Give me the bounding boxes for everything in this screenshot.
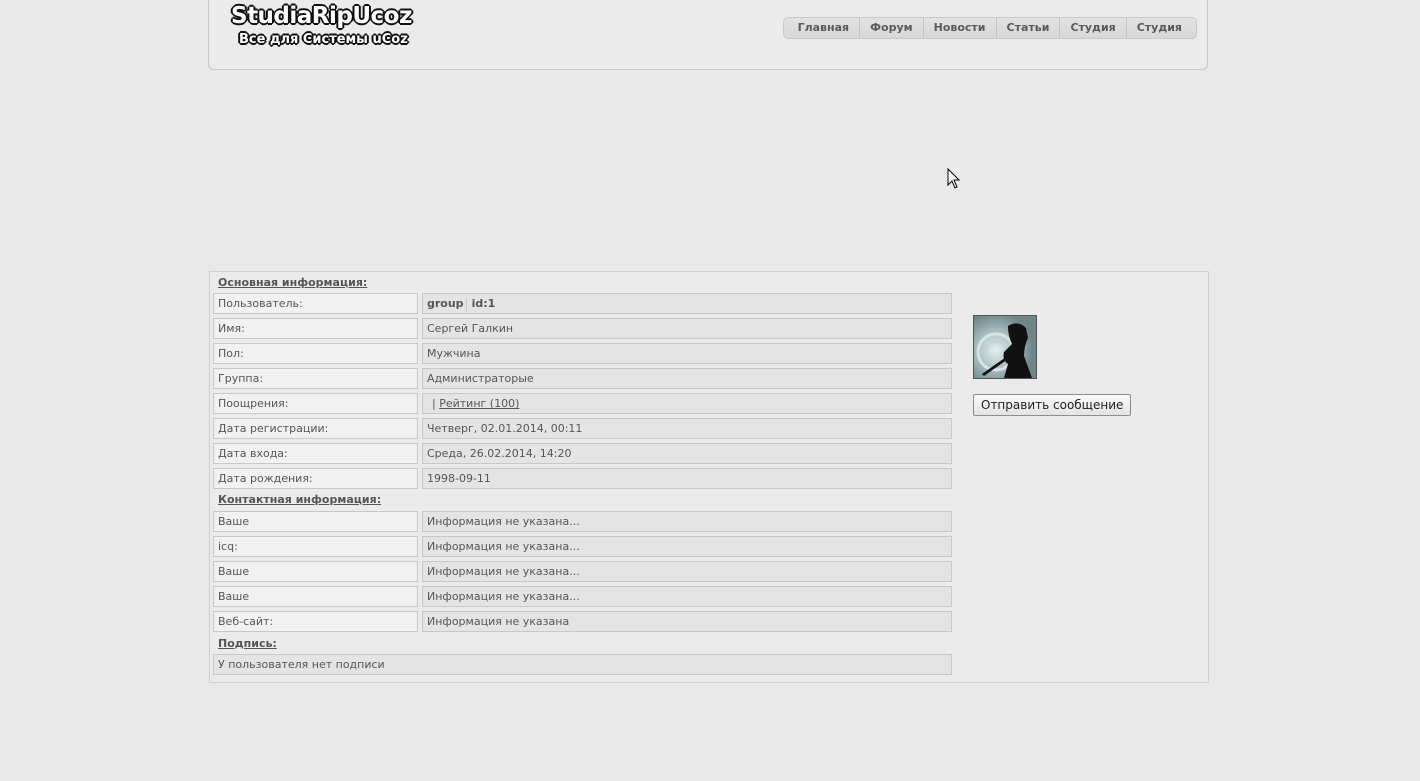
send-message-button[interactable]: Отправить сообщение bbox=[973, 394, 1132, 416]
main-info-title: Основная информация: bbox=[218, 276, 368, 289]
site-header: StudiaRipUcoz Все для Системы uCoz Главн… bbox=[208, 0, 1208, 70]
profile-row-group: Группа: Администраторые bbox=[213, 368, 952, 389]
row-label: Ваше bbox=[213, 586, 418, 607]
nav-item-studio[interactable]: Студия bbox=[1060, 18, 1127, 38]
row-label: icq: bbox=[213, 536, 418, 557]
profile-row-name: Имя: Сергей Галкин bbox=[213, 318, 952, 339]
row-value: Информация не указана bbox=[422, 611, 952, 632]
row-label: Дата входа: bbox=[213, 443, 418, 464]
nav-item-news[interactable]: Новости bbox=[924, 18, 997, 38]
row-label: Дата рождения: bbox=[213, 468, 418, 489]
mouse-cursor-icon bbox=[947, 168, 961, 189]
contact-info-title: Контактная информация: bbox=[218, 493, 382, 506]
signature-title: Подпись: bbox=[218, 637, 277, 650]
row-label: Веб-сайт: bbox=[213, 611, 418, 632]
main-nav: Главная Форум Новости Статьи Студия Студ… bbox=[782, 17, 1197, 39]
profile-row-registration-date: Дата регистрации: Четверг, 02.01.2014, 0… bbox=[213, 418, 952, 439]
profile-row-gender: Пол: Мужчина bbox=[213, 343, 952, 364]
contact-row: Ваше Информация не указана... bbox=[213, 511, 952, 532]
row-value: Информация не указана... bbox=[422, 536, 952, 557]
signature-value: У пользователя нет подписи bbox=[213, 654, 952, 675]
row-label: Ваше bbox=[213, 511, 418, 532]
profile-row-birth-date: Дата рождения: 1998-09-11 bbox=[213, 468, 952, 489]
nav-item-articles[interactable]: Статьи bbox=[997, 18, 1061, 38]
rewards-separator: | bbox=[432, 397, 436, 410]
row-value: Информация не указана... bbox=[422, 561, 952, 582]
profile-row-login-date: Дата входа: Среда, 26.02.2014, 14:20 bbox=[213, 443, 952, 464]
contact-row: Ваше Информация не указана... bbox=[213, 561, 952, 582]
site-logo[interactable]: StudiaRipUcoz Все для Системы uCoz bbox=[231, 3, 427, 49]
user-avatar bbox=[973, 315, 1037, 379]
row-value: Информация не указана... bbox=[422, 586, 952, 607]
nav-item-studio-2[interactable]: Студия bbox=[1127, 18, 1192, 38]
nav-item-home[interactable]: Главная bbox=[788, 18, 861, 38]
logo-title: StudiaRipUcoz bbox=[231, 3, 412, 29]
row-label: Ваше bbox=[213, 561, 418, 582]
row-value: 1998-09-11 bbox=[422, 468, 952, 489]
row-label: Поощрения: bbox=[213, 393, 418, 414]
row-value: | Рейтинг (100) bbox=[422, 393, 952, 414]
row-label: Пользователь: bbox=[213, 293, 418, 314]
row-value: group id:1 bbox=[422, 293, 952, 314]
signature-row: У пользователя нет подписи bbox=[213, 654, 952, 675]
row-label: Пол: bbox=[213, 343, 418, 364]
contact-row: Ваше Информация не указана... bbox=[213, 586, 952, 607]
contact-row-website: Веб-сайт: Информация не указана bbox=[213, 611, 952, 632]
row-label: Дата регистрации: bbox=[213, 418, 418, 439]
row-label: Имя: bbox=[213, 318, 418, 339]
row-value: Сергей Галкин bbox=[422, 318, 952, 339]
logo-subtitle: Все для Системы uCoz bbox=[239, 32, 408, 47]
row-value: Информация не указана... bbox=[422, 511, 952, 532]
row-value: Четверг, 02.01.2014, 00:11 bbox=[422, 418, 952, 439]
row-value: Администраторые bbox=[422, 368, 952, 389]
row-value: Среда, 26.02.2014, 14:20 bbox=[422, 443, 952, 464]
profile-row-rewards: Поощрения: | Рейтинг (100) bbox=[213, 393, 952, 414]
nav-item-forum[interactable]: Форум bbox=[860, 18, 924, 38]
user-group: group bbox=[427, 297, 464, 310]
user-profile-panel: Основная информация: Пользователь: group… bbox=[209, 271, 1209, 683]
row-label: Группа: bbox=[213, 368, 418, 389]
rating-link[interactable]: Рейтинг (100) bbox=[439, 397, 519, 410]
contact-row-icq: icq: Информация не указана... bbox=[213, 536, 952, 557]
user-id: id:1 bbox=[471, 297, 496, 310]
profile-row-user: Пользователь: group id:1 bbox=[213, 293, 952, 314]
avatar-soldier-icon bbox=[974, 316, 1036, 378]
row-value: Мужчина bbox=[422, 343, 952, 364]
